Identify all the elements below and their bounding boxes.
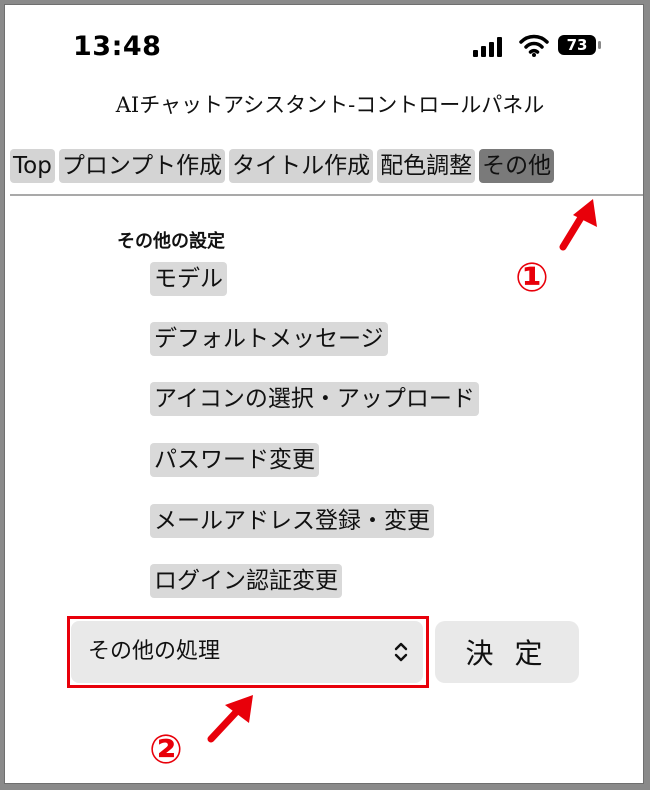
signal-icon [473, 37, 502, 57]
divider [10, 194, 643, 196]
setting-icon-upload[interactable]: アイコンの選択・アップロード [150, 382, 479, 416]
tab-bar: Top プロンプト作成 タイトル作成 配色調整 その他 [10, 149, 555, 183]
section-title: その他の設定 [117, 231, 225, 252]
annotation-highlight-box [67, 616, 429, 688]
annotation-step-1: ① [515, 255, 549, 301]
status-bar: 13:48 73 [5, 5, 643, 85]
page-title: AIチャットアシスタント-コントロールパネル [115, 93, 545, 117]
tab-colors[interactable]: 配色調整 [377, 149, 476, 183]
battery-level: 73 [566, 36, 588, 54]
tab-other[interactable]: その他 [479, 149, 555, 183]
setting-password[interactable]: パスワード変更 [150, 443, 319, 477]
tab-title[interactable]: タイトル作成 [229, 149, 374, 183]
setting-default-message[interactable]: デフォルトメッセージ [150, 322, 388, 356]
tab-top[interactable]: Top [10, 149, 55, 183]
setting-login-auth[interactable]: ログイン認証変更 [150, 564, 342, 598]
decide-button[interactable]: 決 定 [435, 621, 579, 683]
wifi-icon [519, 34, 549, 57]
status-time: 13:48 [73, 31, 162, 62]
setting-email[interactable]: メールアドレス登録・変更 [150, 504, 434, 538]
annotation-arrow-icon [559, 199, 597, 251]
setting-model[interactable]: モデル [150, 262, 227, 296]
tab-prompt[interactable]: プロンプト作成 [58, 149, 226, 183]
annotation-step-2: ② [149, 727, 183, 773]
annotation-arrow-icon [207, 695, 253, 743]
app-frame: 13:48 73 AIチャットアシスタント-コントロールパネル Top プロンプ… [4, 4, 644, 784]
